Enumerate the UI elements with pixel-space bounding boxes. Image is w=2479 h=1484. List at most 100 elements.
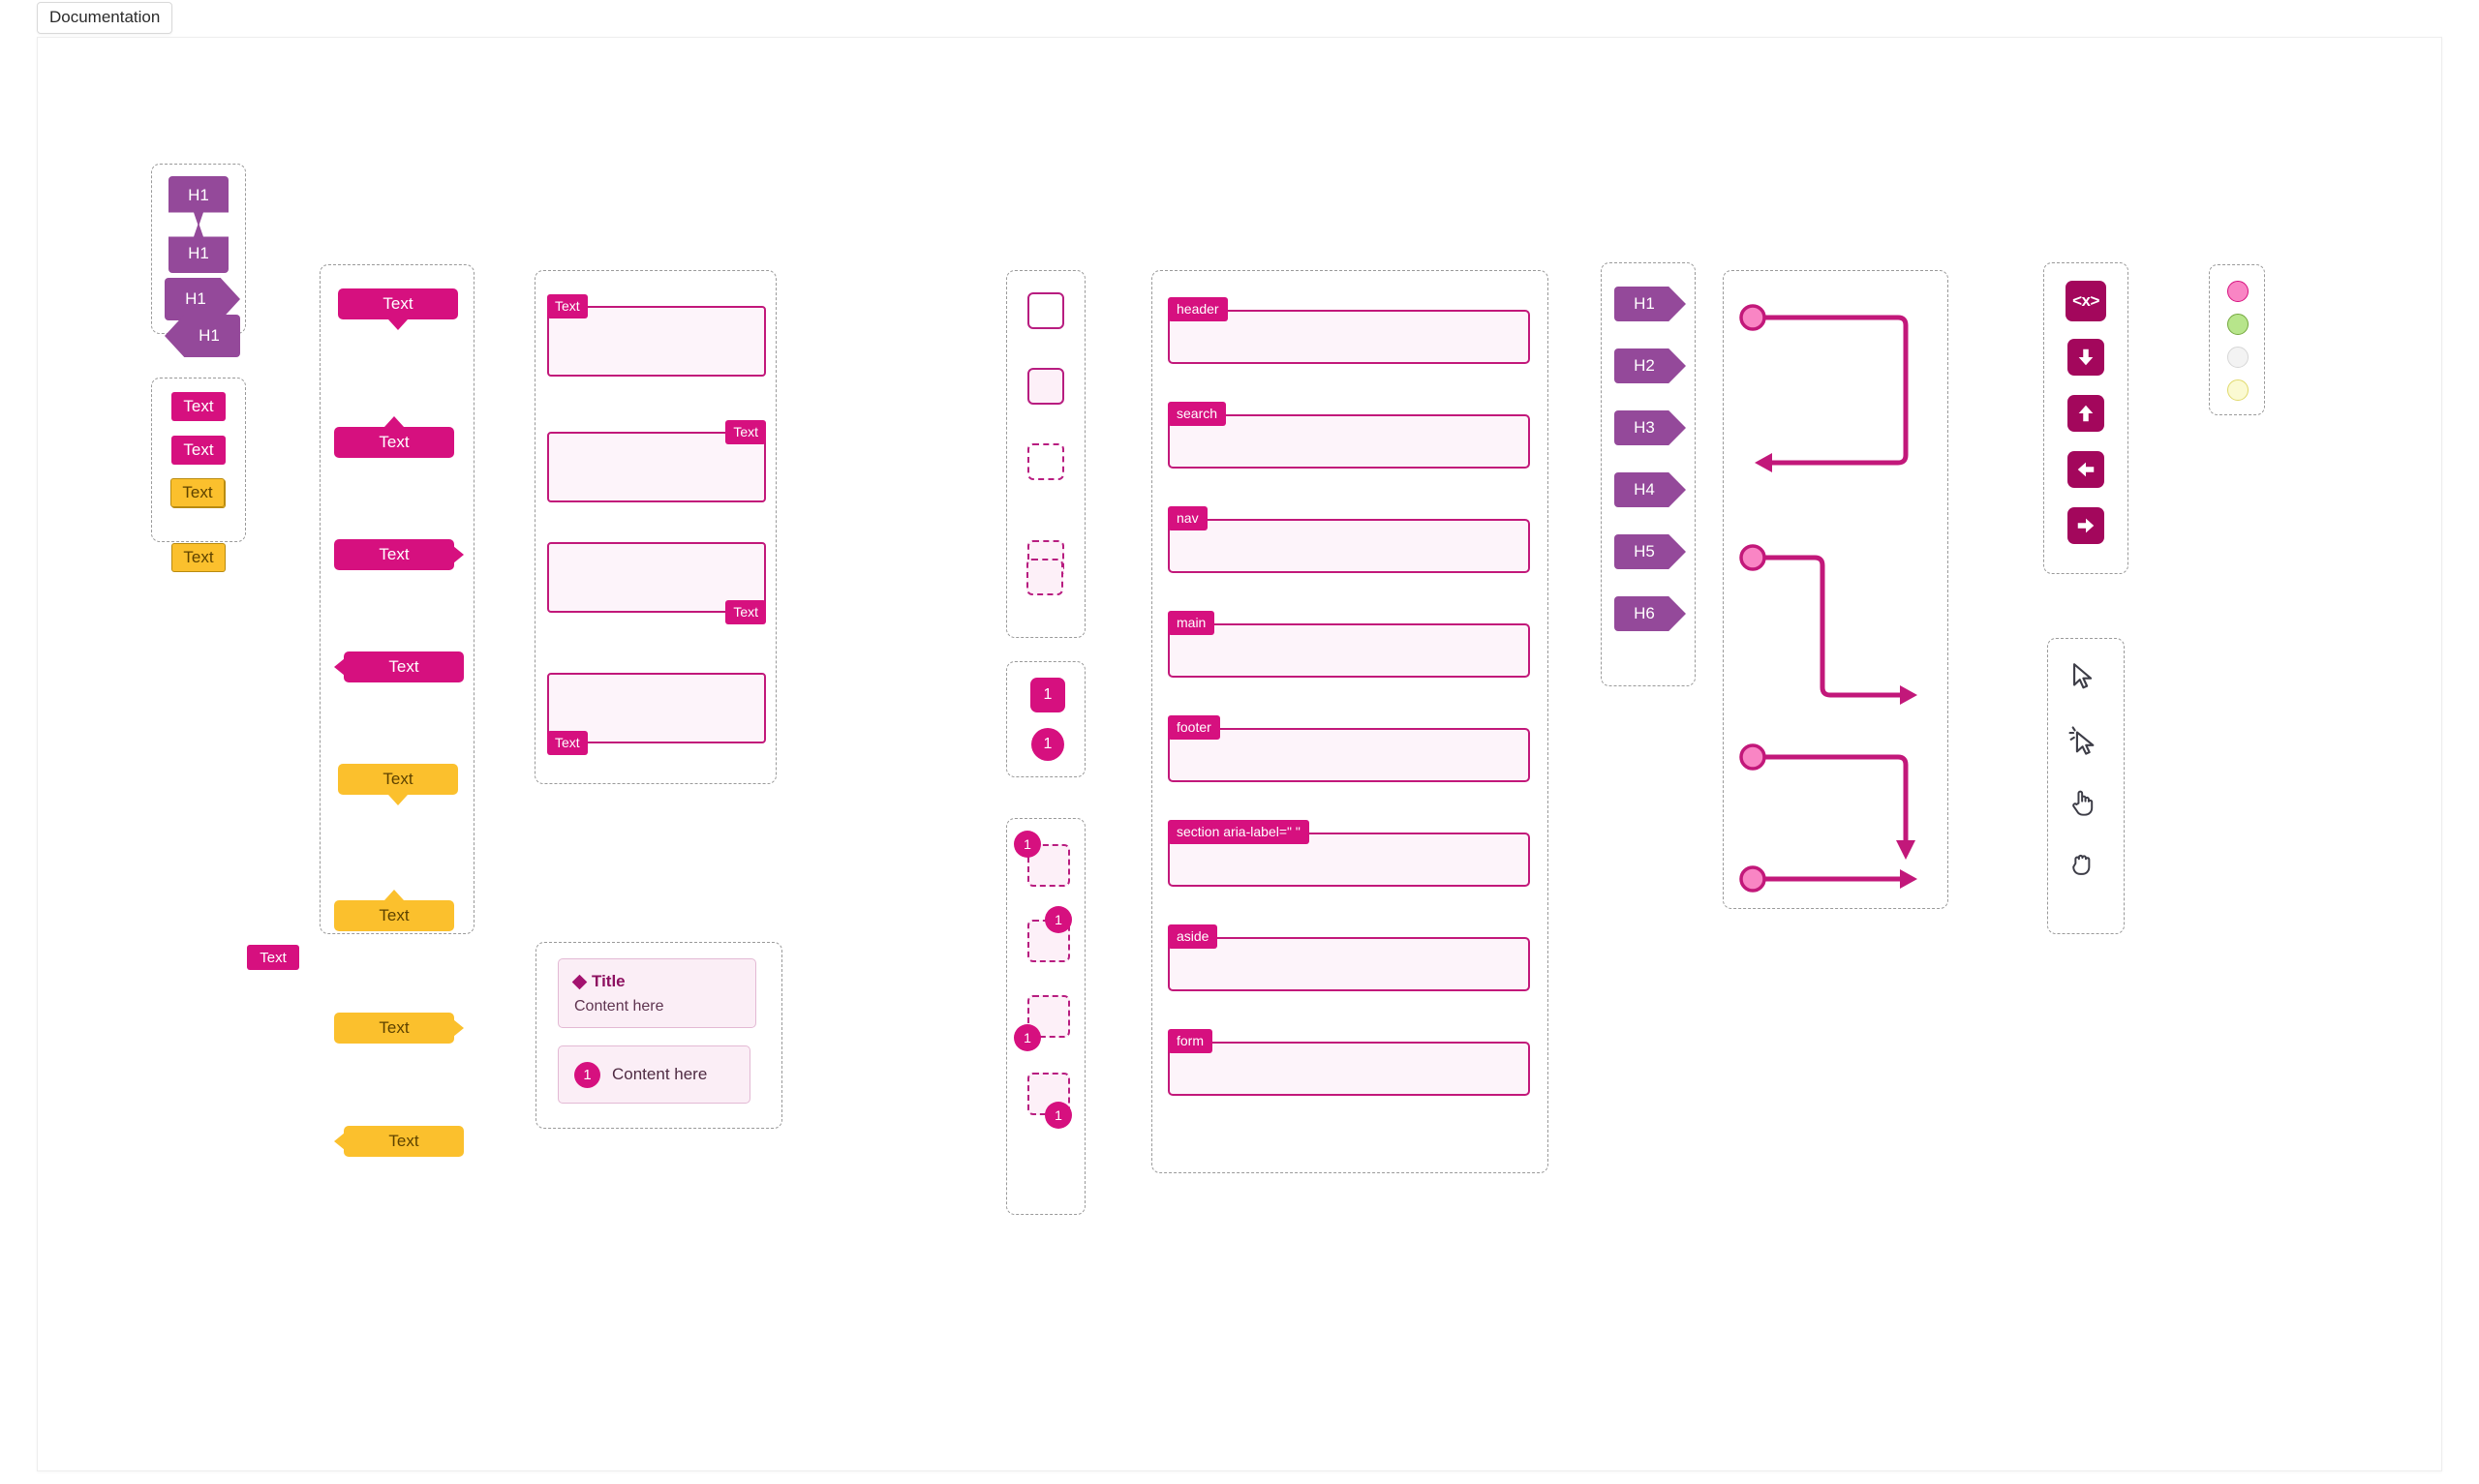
number-badge-square[interactable]: 1 <box>1030 678 1065 712</box>
connector-start-node-2 <box>1739 544 1766 571</box>
square-dashed-white[interactable] <box>1027 443 1064 480</box>
toolbar-button-code-tag[interactable]: <x> <box>2066 281 2106 321</box>
heading-level-label: H3 <box>1634 418 1655 437</box>
callout-yellow-down[interactable]: Text <box>338 764 458 805</box>
cursor-pointing-hand[interactable] <box>2066 786 2104 825</box>
cursor-grab-hand[interactable] <box>2066 846 2104 885</box>
callout-tail-up <box>384 416 404 427</box>
design-canvas[interactable]: H1 H1 H1 H1 Text Text Text Text Text Tex… <box>37 37 2442 1471</box>
corner-badge-top-right[interactable]: 1 <box>1045 906 1072 933</box>
heading-level-h6[interactable]: H6 <box>1614 596 1686 631</box>
heading-level-h5[interactable]: H5 <box>1614 534 1686 569</box>
landmark-nav[interactable]: nav <box>1168 506 1530 573</box>
landmark-tag: nav <box>1168 506 1208 530</box>
tagged-box-bottom-left[interactable]: Text <box>547 673 766 755</box>
text-chip-yellow-2b[interactable]: Text <box>170 478 225 507</box>
landmark-header[interactable]: header <box>1168 297 1530 364</box>
arrow-right-icon <box>1900 869 1917 889</box>
text-chip-label: Text <box>183 397 214 415</box>
landmark-search[interactable]: search <box>1168 402 1530 469</box>
heading-level-h4[interactable]: H4 <box>1614 472 1686 507</box>
landmark-main[interactable]: main <box>1168 611 1530 678</box>
square-solid-white[interactable] <box>1027 292 1064 329</box>
heading-shape-down[interactable]: H1 <box>168 176 229 227</box>
corner-badge-label: 1 <box>1055 1107 1062 1123</box>
group-note-cards: Title Content here 1 Content here <box>536 942 782 1129</box>
note-card-title-row: Title <box>571 972 740 991</box>
toolbar-button-arrow-left[interactable] <box>2067 451 2104 488</box>
callout-pink-right[interactable]: Text <box>334 539 464 570</box>
tab-documentation[interactable]: Documentation <box>37 2 173 34</box>
callout-pink-up[interactable]: Text <box>334 416 454 458</box>
square-dashed-pink-2[interactable] <box>1026 559 1063 595</box>
landmark-tag: main <box>1168 611 1215 635</box>
box-tag: Text <box>725 600 766 624</box>
connector-start-node-4 <box>1739 865 1766 893</box>
corner-badge-bottom-left[interactable]: 1 <box>1014 1024 1041 1051</box>
arrow-left-icon <box>2077 462 2095 477</box>
heading-level-h1[interactable]: H1 <box>1614 287 1686 321</box>
landmark-footer[interactable]: footer <box>1168 715 1530 782</box>
box-tag: Text <box>547 294 588 318</box>
cursor-arrow-icon <box>2073 663 2093 689</box>
landmark-aside[interactable]: aside <box>1168 924 1530 991</box>
number-badge-label: 1 <box>1043 686 1053 703</box>
diamond-icon <box>571 974 588 989</box>
note-card-title-text: Title <box>592 972 626 990</box>
tagged-box-top-left[interactable]: Text <box>547 294 766 377</box>
toolbar-button-arrow-up[interactable] <box>2067 395 2104 432</box>
group-connectors <box>1723 270 1948 909</box>
box-tag: Text <box>547 731 588 755</box>
corner-badge-top-left[interactable]: 1 <box>1014 831 1041 858</box>
heading-level-h3[interactable]: H3 <box>1614 410 1686 445</box>
heading-shape-left[interactable]: H1 <box>165 315 240 357</box>
note-card-numbered[interactable]: 1 Content here <box>558 1045 750 1104</box>
arrow-right-icon <box>2077 518 2095 533</box>
connector-path-1 <box>1763 315 1909 466</box>
toolbar-button-arrow-right[interactable] <box>2067 507 2104 544</box>
tab-bar: Documentation <box>0 0 2479 34</box>
status-dot-pink[interactable] <box>2227 281 2249 302</box>
corner-badge-bottom-right[interactable]: 1 <box>1045 1102 1072 1129</box>
number-badge-circle[interactable]: 1 <box>1031 728 1064 761</box>
callout-label: Text <box>388 657 419 676</box>
note-card-body: Content here <box>574 998 664 1015</box>
callout-label: Text <box>379 433 410 451</box>
status-dot-green[interactable] <box>2227 314 2249 335</box>
arrow-up-icon <box>2078 405 2094 422</box>
cursor-click[interactable] <box>2067 724 2106 763</box>
landmark-form[interactable]: form <box>1168 1029 1530 1096</box>
landmark-tag: section aria-label=" " <box>1168 820 1309 844</box>
callout-label: Text <box>383 294 413 313</box>
note-card-title[interactable]: Title Content here <box>558 958 756 1028</box>
status-dot-gray[interactable] <box>2227 347 2249 368</box>
heading-level-h2[interactable]: H2 <box>1614 348 1686 383</box>
tagged-box-bottom-right[interactable]: Text <box>547 542 766 624</box>
text-chip-label: Text <box>183 440 214 459</box>
landmark-tag: footer <box>1168 715 1220 740</box>
landmark-section[interactable]: section aria-label=" " <box>1168 820 1530 887</box>
callout-yellow-up[interactable]: Text <box>334 890 454 931</box>
callout-tail-left <box>334 1133 345 1150</box>
text-chip-yellow-2[interactable]: Text <box>171 543 226 572</box>
toolbar-button-arrow-down[interactable] <box>2067 339 2104 376</box>
callout-pink-down[interactable]: Text <box>338 288 458 330</box>
landmark-tag: form <box>1168 1029 1212 1053</box>
standalone-text-chip[interactable]: Text <box>247 945 299 970</box>
callout-yellow-left[interactable]: Text <box>334 1126 464 1157</box>
arrow-left-icon <box>1755 453 1772 472</box>
number-badge-label: 1 <box>1043 736 1053 752</box>
callout-yellow-right[interactable]: Text <box>334 1013 464 1044</box>
status-dot-yellow[interactable] <box>2227 379 2249 401</box>
group-callouts: Text Text Text Text Text Text Text Text <box>320 264 474 1157</box>
cursor-arrow[interactable] <box>2067 660 2106 699</box>
text-chip-pink-1[interactable]: Text <box>171 392 226 421</box>
callout-tail-right <box>453 1019 464 1037</box>
heading-shape-label: H1 <box>188 186 209 204</box>
text-chip-pink-2[interactable]: Text <box>171 436 226 465</box>
square-solid-pink[interactable] <box>1027 368 1064 405</box>
callout-pink-left[interactable]: Text <box>334 651 464 682</box>
tagged-box-top-right[interactable]: Text <box>547 420 766 502</box>
heading-shape-up[interactable]: H1 <box>168 223 229 273</box>
heading-shape-right[interactable]: H1 <box>165 278 240 320</box>
